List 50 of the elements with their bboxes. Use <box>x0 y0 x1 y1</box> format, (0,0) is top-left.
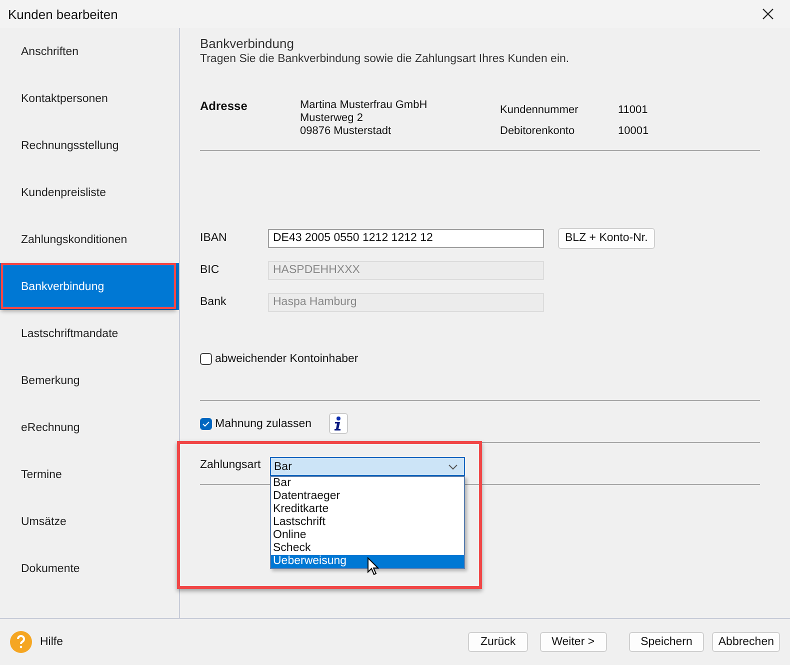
dropdown-option[interactable]: Online <box>271 529 464 542</box>
section-subtitle: Tragen Sie die Bankverbindung sowie die Zahlungsart Ihres Kunden ein. <box>200 53 570 65</box>
help-label[interactable]: Hilfe <box>40 636 64 648</box>
address-label: Adresse <box>200 99 248 115</box>
field-label: Kundennummer <box>500 104 580 117</box>
checkbox-label: abweichender Kontoinhaber <box>215 353 358 365</box>
sidebar-item[interactable]: eRechnung <box>0 404 179 451</box>
info-icon <box>333 416 344 432</box>
dropdown-option[interactable]: Datentraeger <box>271 490 464 503</box>
text-field[interactable]: DE43 2005 0550 1212 1212 12 <box>268 228 544 248</box>
field-label: IBAN <box>200 232 228 244</box>
payment-dropdown[interactable]: Bar <box>270 457 465 476</box>
sidebar-item[interactable]: Zahlungskonditionen <box>0 216 179 263</box>
info-button[interactable] <box>328 413 348 434</box>
sidebar-item[interactable]: Anschriften <box>0 28 179 75</box>
close-icon[interactable] <box>762 8 774 20</box>
dropdown-option[interactable]: Bar <box>271 477 464 490</box>
sidebar-item[interactable]: Bemerkung <box>0 357 179 404</box>
dropdown-option[interactable]: Lastschrift <box>271 516 464 529</box>
footer-button[interactable]: Weiter > <box>540 632 607 652</box>
field-label: Debitorenkonto <box>500 125 576 138</box>
sidebar-item[interactable]: Kontaktpersonen <box>0 75 179 122</box>
sidebar-item[interactable]: Termine <box>0 451 179 498</box>
field-value: 10001 <box>618 125 649 138</box>
section-title: Bankverbindung <box>200 36 295 51</box>
checkbox-label: Mahnung zulassen <box>215 418 312 430</box>
field-label: Bank <box>200 296 228 308</box>
footer-button[interactable]: Zurück <box>468 632 528 652</box>
sidebar-item[interactable]: Umsätze <box>0 498 179 545</box>
footer-button[interactable]: Abbrechen <box>712 632 780 652</box>
dropdown-option[interactable]: Scheck <box>271 542 464 555</box>
field-label: BIC <box>200 264 220 276</box>
address-line: Martina Musterfrau GmbH <box>300 99 428 112</box>
field-label: Zahlungsart <box>200 458 262 473</box>
address-line: 09876 Musterstadt <box>300 125 392 138</box>
sidebar-item[interactable]: Dokumente <box>0 545 179 592</box>
address-line: Musterweg 2 <box>300 112 364 125</box>
checkbox[interactable] <box>200 418 212 430</box>
chevron-down-icon <box>448 464 458 470</box>
bank-code-button[interactable]: BLZ + Konto-Nr. <box>558 228 655 248</box>
footer-button[interactable]: Speichern <box>628 632 704 652</box>
sidebar-item[interactable]: Bankverbindung <box>0 263 179 310</box>
field-value: 11001 <box>618 104 649 117</box>
sidebar-item[interactable]: Lastschriftmandate <box>0 310 179 357</box>
sidebar-item[interactable]: Kundenpreisliste <box>0 169 179 216</box>
dropdown-option[interactable]: Kreditkarte <box>271 503 464 516</box>
check-icon <box>201 418 211 428</box>
sidebar-item[interactable]: Rechnungsstellung <box>0 122 179 169</box>
checkbox[interactable] <box>200 353 212 365</box>
window-title: Kunden bearbeiten <box>8 6 118 22</box>
